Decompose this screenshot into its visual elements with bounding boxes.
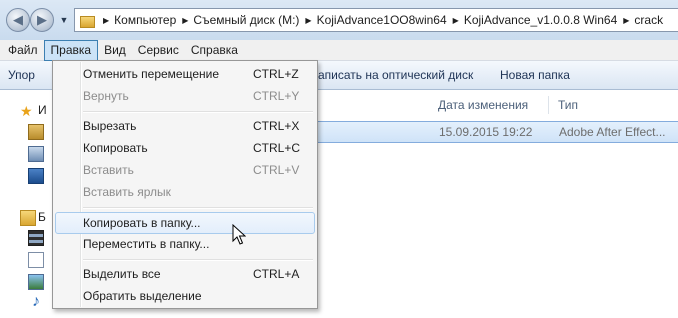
menu-separator	[83, 259, 313, 260]
organize-button[interactable]: Упор	[8, 61, 35, 90]
back-button[interactable]: ◀	[6, 8, 30, 32]
navigation-pane: ★ И Б ♪	[0, 90, 58, 318]
burn-to-disc-button[interactable]: аписать на оптический диск	[318, 61, 473, 90]
music-library-icon[interactable]: ♪	[28, 294, 44, 310]
pictures-library-icon[interactable]	[28, 274, 44, 290]
breadcrumb-folder-version[interactable]: KojiAdvance_v1.0.0.8 Win64	[464, 13, 617, 27]
menu-bar: Файл Правка Вид Сервис Справка	[0, 39, 678, 61]
nav-libraries-label[interactable]: Б	[38, 210, 46, 224]
menu-item-shortcut: CTRL+Z	[253, 67, 299, 81]
menu-item-invert-selection[interactable]: Обратить выделение	[55, 285, 315, 307]
menu-item-label: Отменить перемещение	[83, 67, 220, 81]
libraries-icon	[20, 210, 36, 226]
favorites-star-icon: ★	[20, 103, 33, 119]
menu-item-paste-shortcut[interactable]: Вставить ярлык	[55, 181, 315, 203]
menu-view[interactable]: Вид	[98, 40, 132, 61]
menu-item-paste[interactable]: Вставить CTRL+V	[55, 159, 315, 181]
breadcrumb-separator-icon[interactable]: ▶	[305, 16, 311, 25]
breadcrumb-separator-icon[interactable]: ▶	[103, 16, 109, 25]
menu-item-move-to-folder[interactable]: Переместить в папку...	[55, 233, 315, 255]
menu-item-shortcut: CTRL+Y	[253, 89, 300, 103]
back-arrow-icon: ◀	[13, 12, 23, 27]
breadcrumb-separator-icon[interactable]: ▶	[623, 16, 629, 25]
documents-library-icon[interactable]	[28, 252, 44, 268]
downloads-folder-icon[interactable]	[28, 124, 44, 140]
video-library-icon[interactable]	[28, 230, 44, 246]
menu-separator	[83, 111, 313, 112]
menu-item-cut[interactable]: Вырезать CTRL+X	[55, 115, 315, 137]
column-header-date-modified[interactable]: Дата изменения	[438, 94, 528, 116]
menu-item-label: Копировать	[83, 141, 148, 155]
recent-pages-chevron-down-icon[interactable]: ▼	[58, 13, 70, 27]
breadcrumb-computer[interactable]: Компьютер	[114, 13, 176, 27]
menu-edit[interactable]: Правка	[43, 39, 99, 61]
forward-button[interactable]: ▶	[30, 8, 54, 32]
breadcrumb-folder-crack[interactable]: crack	[634, 13, 663, 27]
menu-item-select-all[interactable]: Выделить все CTRL+A	[55, 263, 315, 285]
menu-item-label: Переместить в папку...	[83, 237, 210, 251]
column-header-type[interactable]: Тип	[558, 94, 578, 116]
menu-item-redo[interactable]: Вернуть CTRL+Y	[55, 85, 315, 107]
menu-item-label: Вырезать	[83, 119, 137, 133]
menu-item-label: Выделить все	[83, 267, 161, 281]
mouse-cursor-icon	[232, 224, 246, 245]
menu-item-copy-to-folder[interactable]: Копировать в папку...	[55, 212, 315, 234]
menu-file[interactable]: Файл	[2, 40, 44, 61]
file-date-cell: 15.09.2015 19:22	[439, 125, 533, 139]
menu-item-label: Копировать в папку...	[83, 216, 201, 230]
menu-item-label: Обратить выделение	[83, 289, 202, 303]
address-bar[interactable]: ▶ Компьютер ▶ Съемный диск (M:) ▶ KojiAd…	[74, 8, 678, 32]
folder-icon	[79, 13, 97, 28]
menu-item-shortcut: CTRL+V	[253, 163, 300, 177]
breadcrumb-separator-icon[interactable]: ▶	[453, 16, 459, 25]
menu-item-label: Вставить ярлык	[83, 185, 171, 199]
menu-tools[interactable]: Сервис	[132, 40, 185, 61]
breadcrumb-separator-icon[interactable]: ▶	[182, 16, 188, 25]
file-type-cell: Adobe After Effect...	[559, 125, 666, 139]
menu-help[interactable]: Справка	[185, 40, 244, 61]
breadcrumb-folder-koji[interactable]: KojiAdvance1OO8win64	[317, 13, 447, 27]
new-folder-button[interactable]: Новая папка	[500, 61, 570, 90]
menu-item-undo-move[interactable]: Отменить перемещение CTRL+Z	[55, 63, 315, 85]
nav-favorites-label[interactable]: И	[38, 103, 47, 117]
menu-item-label: Вернуть	[83, 89, 129, 103]
menu-separator	[83, 207, 313, 208]
column-divider[interactable]	[548, 96, 549, 114]
recent-places-icon[interactable]	[28, 146, 44, 162]
edit-menu-dropdown: Отменить перемещение CTRL+Z Вернуть CTRL…	[52, 60, 318, 309]
menu-item-shortcut: CTRL+A	[253, 267, 300, 281]
menu-item-label: Вставить	[83, 163, 134, 177]
breadcrumb-removable-disk[interactable]: Съемный диск (M:)	[193, 13, 299, 27]
menu-item-shortcut: CTRL+C	[253, 141, 301, 155]
menu-item-shortcut: CTRL+X	[253, 119, 300, 133]
menu-item-copy[interactable]: Копировать CTRL+C	[55, 137, 315, 159]
desktop-icon[interactable]	[28, 168, 44, 184]
address-row: ◀ ▶ ▼ ▶ Компьютер ▶ Съемный диск (M:) ▶ …	[0, 0, 678, 40]
forward-arrow-icon: ▶	[37, 12, 47, 27]
